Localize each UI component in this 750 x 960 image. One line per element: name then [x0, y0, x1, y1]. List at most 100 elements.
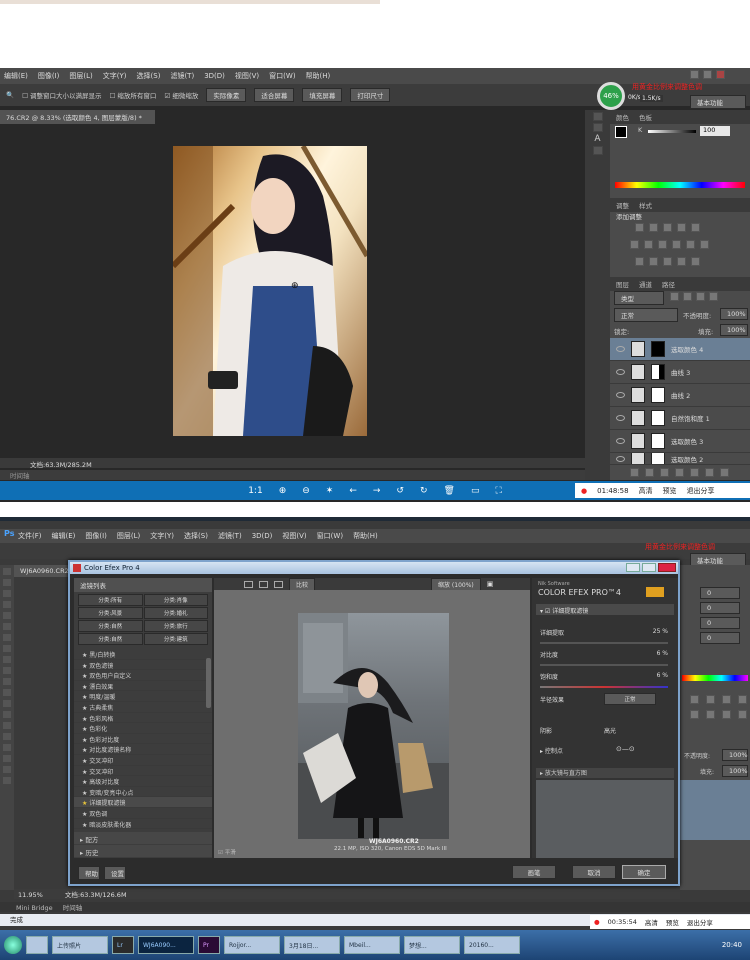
menu-image[interactable]: 图像(I) [85, 531, 107, 541]
exit-share-button[interactable]: 退出分享 [687, 486, 715, 496]
pixel-filter-icon[interactable] [670, 292, 679, 301]
stamp-tool-icon[interactable] [2, 655, 12, 664]
slider-track[interactable] [540, 642, 668, 644]
tab-color[interactable]: 颜色 [616, 112, 629, 122]
layer-mask-thumbnail[interactable] [651, 341, 665, 357]
hue-saturation-icon[interactable] [630, 240, 639, 249]
menu-select[interactable]: 选择(S) [137, 71, 161, 81]
compare-button[interactable]: 比较 [289, 577, 316, 591]
rotate-left-icon[interactable]: ↺ [396, 486, 404, 496]
taskbar-photoshop[interactable]: WJ6A090... [138, 936, 194, 954]
minimize-icon[interactable] [626, 563, 640, 572]
adjust-icon[interactable] [690, 695, 699, 704]
vibrance-icon[interactable] [691, 223, 700, 232]
tab-layers[interactable]: 图层 [616, 279, 629, 289]
slider-saturation[interactable]: 饱和度 6 % [540, 672, 668, 688]
filter-item[interactable]: ★ 色彩风格 [74, 713, 212, 724]
menu-filter[interactable]: 滤镜(T) [170, 71, 194, 81]
category-button[interactable]: 分类:婚礼 [143, 607, 208, 619]
filter-item[interactable]: ★ 双色用户自定义 [74, 670, 212, 681]
adjust-icon[interactable] [706, 695, 715, 704]
maximize-icon[interactable] [642, 563, 656, 572]
invert-icon[interactable] [635, 257, 644, 266]
menu-3d[interactable]: 3D(D) [204, 72, 225, 80]
filter-list-scrollbar[interactable] [206, 658, 211, 708]
fullscreen-icon[interactable]: ⛶ [495, 486, 501, 496]
menu-layer[interactable]: 图层(L) [117, 531, 140, 541]
taskbar-item[interactable]: 梦想... [404, 936, 460, 954]
foreground-color-swatch[interactable] [615, 126, 627, 138]
crop-tool-icon[interactable] [2, 611, 12, 620]
slider-track[interactable] [540, 686, 668, 688]
arrow-left-icon[interactable]: ← [349, 486, 357, 496]
arrow-right-icon[interactable]: → [373, 486, 381, 496]
menu-window[interactable]: 窗口(W) [317, 531, 343, 541]
exposure-icon[interactable] [677, 223, 686, 232]
menu-filter[interactable]: 滤镜(T) [218, 531, 242, 541]
visibility-eye-icon[interactable] [616, 415, 625, 421]
delete-icon[interactable]: 🗑 [444, 486, 455, 496]
loupe-header[interactable]: ▸ 放大镜与直方图 [536, 768, 674, 778]
maximize-icon[interactable] [703, 70, 712, 79]
folder-icon[interactable]: ▭ [471, 486, 480, 496]
timeline-tab[interactable]: 时间轴 [63, 904, 83, 912]
preview-button[interactable]: 预览 [663, 486, 677, 496]
category-button[interactable]: 分类:所有 [78, 594, 143, 606]
new-layer-icon[interactable] [705, 468, 714, 477]
opacity-field[interactable]: 100% [722, 749, 748, 761]
side-by-side-icon[interactable] [274, 580, 283, 588]
eraser-tool-icon[interactable] [2, 677, 12, 686]
layer-row[interactable]: 选取颜色 2 [610, 453, 750, 465]
filter-item[interactable]: ★ 色彩化 [74, 723, 212, 734]
fill-field[interactable]: 100% [722, 765, 748, 777]
taskbar-item[interactable]: 上传照片 [52, 936, 108, 954]
rotate-right-icon[interactable]: ↻ [420, 486, 428, 496]
menu-help[interactable]: 帮助(H) [306, 71, 331, 81]
smooth-checkbox[interactable]: ☑ 平滑 [218, 848, 236, 856]
help-button[interactable]: 帮助 [78, 866, 100, 880]
mini-bridge-tab[interactable]: Mini Bridge [16, 904, 53, 912]
threshold-icon[interactable] [663, 257, 672, 266]
tab-channels[interactable]: 通道 [639, 279, 652, 289]
c-value-field[interactable]: 0 [700, 587, 740, 599]
fill-field[interactable]: 100% [720, 324, 748, 336]
trash-icon[interactable] [720, 468, 729, 477]
menu-help[interactable]: 帮助(H) [353, 531, 378, 541]
layer-row[interactable]: 曲线 2 [610, 384, 750, 407]
layer-mask-thumbnail[interactable] [651, 433, 665, 449]
tab-adjustments[interactable]: 调整 [616, 200, 629, 210]
zoom-tool-icon[interactable] [2, 776, 12, 785]
filter-item[interactable]: ★ 双色调 [74, 808, 212, 819]
cancel-button[interactable]: 取消 [572, 865, 616, 879]
k-value-field[interactable]: 100 [700, 126, 730, 136]
black-white-icon[interactable] [658, 240, 667, 249]
zoom-select[interactable]: 缩放 (100%) [431, 577, 481, 591]
menu-view[interactable]: 视图(V) [235, 71, 259, 81]
layer-mask-thumbnail[interactable] [651, 453, 665, 464]
adjust-icon[interactable] [738, 695, 747, 704]
color-ramp[interactable] [615, 182, 745, 188]
hd-button[interactable]: 高清 [639, 486, 653, 496]
category-button[interactable]: 分类:建筑 [143, 633, 208, 645]
adjust-icon[interactable] [690, 710, 699, 719]
category-button[interactable]: 分类:风景 [78, 607, 143, 619]
actual-pixels-button[interactable]: 实际像素 [206, 88, 247, 102]
category-button[interactable]: 分类:肖像 [143, 594, 208, 606]
pen-tool-icon[interactable] [2, 721, 12, 730]
group-icon[interactable] [690, 468, 699, 477]
filter-item[interactable]: ★ 黑/白转换 [74, 649, 212, 660]
levels-icon[interactable] [649, 223, 658, 232]
layer-row[interactable]: 选取颜色 3 [610, 430, 750, 453]
document-tab[interactable]: WJ6A0960.CR2 [14, 565, 69, 577]
layer-mask-thumbnail[interactable] [651, 387, 665, 403]
photo-filter-icon[interactable] [672, 240, 681, 249]
filter-header[interactable]: ▾ ☑ 详细提取滤镜 [536, 604, 674, 615]
shape-tool-icon[interactable] [2, 754, 12, 763]
recipes-section[interactable]: ▸ 配方 [74, 832, 212, 844]
zoom-out-icon[interactable]: ⊖ [302, 486, 310, 496]
menu-layer[interactable]: 图层(L) [69, 71, 92, 81]
visibility-eye-icon[interactable] [616, 369, 625, 375]
link-icon[interactable] [630, 468, 639, 477]
menu-file[interactable]: 文件(F) [18, 531, 42, 541]
print-size-button[interactable]: 打印尺寸 [350, 88, 391, 102]
